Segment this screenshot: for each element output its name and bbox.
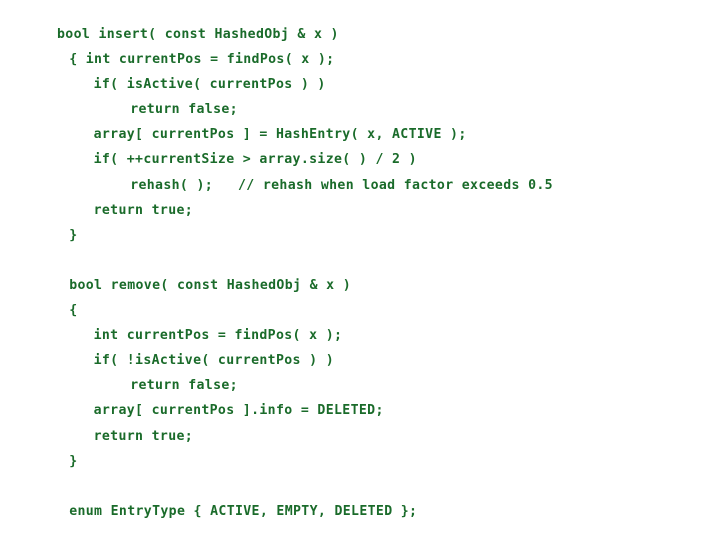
code-line: if( !isActive( currentPos ) ) [93, 353, 334, 369]
code-line: int currentPos = findPos( x ); [93, 328, 343, 344]
code-line: return true; [93, 428, 194, 444]
code-line: enum EntryType { ACTIVE, EMPTY, DELETED … [69, 503, 418, 519]
code-line: if( isActive( currentPos ) ) [93, 77, 326, 93]
code-line: bool insert( const HashedObj & x ) [57, 27, 339, 42]
code-line: array[ currentPos ] = HashEntry( x, ACTI… [93, 127, 467, 143]
code-slide: bool insert( const HashedObj & x ) { int … [0, 0, 720, 540]
code-line: rehash( ); // rehash when load factor ex… [130, 177, 553, 193]
code-line: return true; [93, 202, 194, 218]
code-line: bool remove( const HashedObj & x ) [69, 277, 352, 293]
code-line: array[ currentPos ].info = DELETED; [93, 403, 384, 419]
code-listing: bool insert( const HashedObj & x ) { int … [0, 22, 720, 524]
code-line: return false; [130, 102, 238, 118]
code-line: { int currentPos = findPos( x ); [69, 52, 335, 68]
code-line: return false; [130, 378, 238, 394]
code-line: } [69, 453, 78, 469]
code-line: { [69, 303, 78, 319]
code-line: if( ++currentSize > array.size( ) / 2 ) [93, 152, 417, 168]
code-line: } [69, 227, 78, 243]
